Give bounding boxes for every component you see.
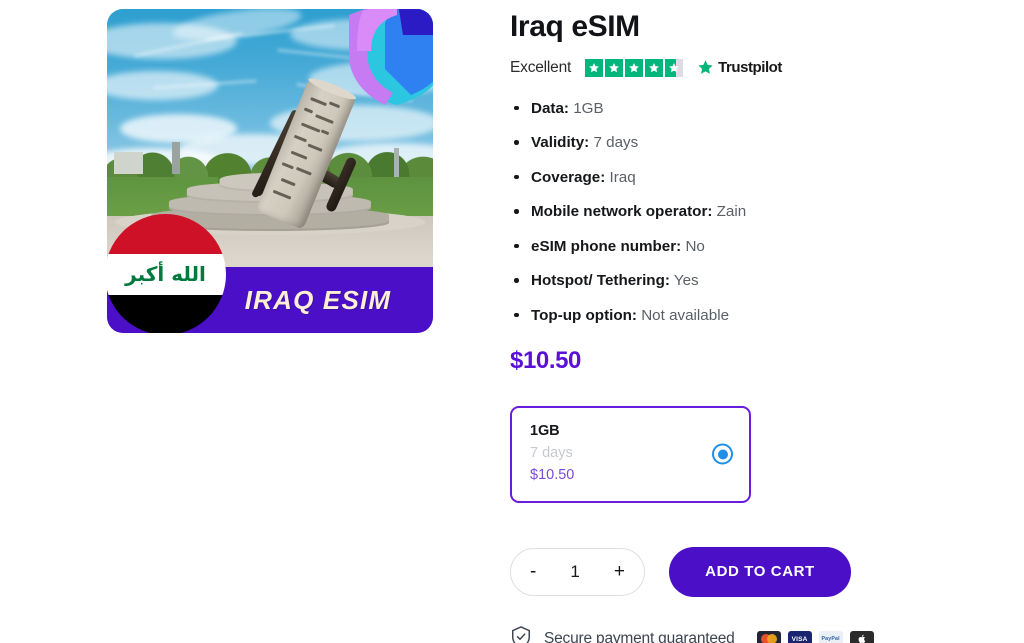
spec-item-topup: Top-up option: Not available bbox=[510, 306, 1010, 325]
product-image[interactable]: IRAQ ESIM الله أكبر bbox=[107, 9, 433, 333]
star-icon-3 bbox=[625, 58, 644, 77]
spec-item-hotspot: Hotspot/ Tethering: Yes bbox=[510, 271, 1010, 290]
quantity-stepper[interactable]: - 1 + bbox=[510, 547, 645, 596]
iraq-flag-badge: الله أكبر bbox=[107, 214, 226, 333]
star-icon-4 bbox=[645, 58, 664, 77]
mastercard-icon bbox=[756, 631, 781, 643]
paypal-icon: PayPal bbox=[818, 631, 843, 643]
spec-value: Iraq bbox=[609, 168, 636, 186]
spec-label: Mobile network operator: bbox=[531, 203, 713, 220]
spec-item-phone-number: eSIM phone number: No bbox=[510, 237, 1010, 256]
quantity-increment-button[interactable]: + bbox=[614, 562, 625, 581]
apple-pay-icon bbox=[849, 631, 874, 643]
spec-value: No bbox=[685, 237, 705, 255]
radio-selected-dot bbox=[717, 449, 728, 459]
star-icon-5-partial bbox=[665, 58, 684, 77]
star-icon-2 bbox=[605, 58, 624, 77]
spec-label: Top-up option: bbox=[531, 306, 637, 324]
trustpilot-logo[interactable]: Trustpilot bbox=[697, 59, 782, 76]
visa-icon: VISA bbox=[787, 631, 812, 643]
payment-methods: VISA PayPal bbox=[756, 631, 874, 643]
quantity-decrement-button[interactable]: - bbox=[530, 562, 536, 581]
spec-item-data: Data: 1GB bbox=[510, 99, 1010, 118]
shield-check-icon bbox=[510, 625, 532, 643]
trustpilot-name: Trustpilot bbox=[718, 59, 782, 76]
star-rating bbox=[585, 58, 684, 77]
plan-size: 1GB bbox=[530, 422, 560, 439]
spec-value: Zain bbox=[716, 203, 747, 220]
product-price: $10.50 bbox=[510, 346, 582, 374]
secure-payment-text: Secure payment guaranteed bbox=[544, 630, 735, 643]
plan-option-1gb[interactable]: 1GB 7 days $10.50 bbox=[510, 405, 751, 503]
product-details: Iraq eSIM Excellent Trustpilot Data: 1GB… bbox=[510, 0, 1010, 643]
plan-days: 7 days bbox=[530, 444, 573, 461]
flag-script-text: الله أكبر bbox=[125, 262, 206, 287]
spec-value: 1GB bbox=[573, 99, 604, 117]
spec-item-coverage: Coverage: Iraq bbox=[510, 168, 1010, 187]
spec-value: Not available bbox=[641, 306, 730, 324]
spec-item-operator: Mobile network operator: Zain bbox=[510, 202, 1010, 221]
spec-label: Data: bbox=[531, 99, 569, 117]
star-icon-1 bbox=[585, 58, 604, 77]
trustpilot-star-icon bbox=[698, 60, 713, 74]
trustpilot-rating[interactable]: Excellent Trustpilot bbox=[510, 58, 1010, 77]
rating-word: Excellent bbox=[510, 58, 572, 76]
spec-label: Validity: bbox=[531, 134, 590, 151]
plan-price: $10.50 bbox=[530, 466, 575, 483]
product-gallery: IRAQ ESIM الله أكبر bbox=[107, 9, 433, 333]
spec-value: 7 days bbox=[593, 134, 639, 151]
page-title: Iraq eSIM bbox=[510, 10, 640, 43]
brand-shield-logo bbox=[345, 9, 433, 107]
quantity-value[interactable]: 1 bbox=[570, 562, 579, 582]
spec-list: Data: 1GB Validity: 7 days Coverage: Ira… bbox=[510, 99, 1010, 325]
spec-label: Hotspot/ Tethering: bbox=[531, 272, 670, 289]
purchase-row: - 1 + ADD TO CART bbox=[510, 546, 1010, 597]
plan-radio-button[interactable] bbox=[712, 443, 733, 465]
spec-item-validity: Validity: 7 days bbox=[510, 133, 1010, 152]
image-caption-text: IRAQ ESIM bbox=[244, 284, 392, 315]
product-page: IRAQ ESIM الله أكبر Iraq eSIM Excellent bbox=[0, 0, 1024, 643]
add-to-cart-button[interactable]: ADD TO CART bbox=[669, 546, 851, 597]
spec-label: eSIM phone number: bbox=[531, 237, 682, 255]
spec-value: Yes bbox=[673, 272, 699, 289]
spec-label: Coverage: bbox=[531, 168, 606, 186]
secure-payment-row: Secure payment guaranteed VISA PayPal bbox=[510, 625, 1010, 643]
